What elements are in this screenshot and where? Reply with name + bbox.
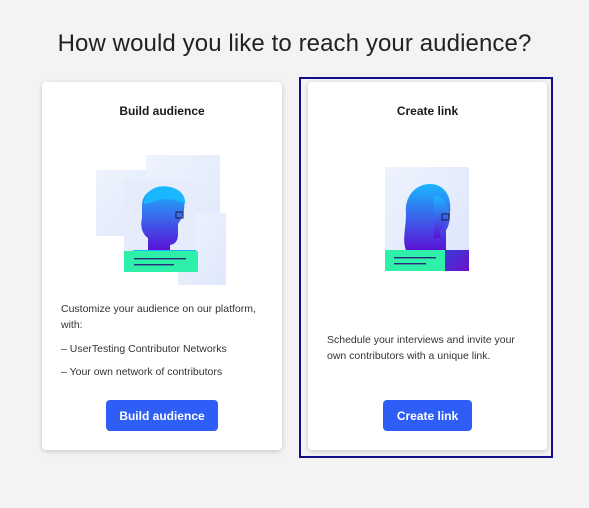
- description-text: Customize your audience on our platform,…: [61, 303, 256, 331]
- card-title: Build audience: [119, 104, 205, 118]
- build-audience-description: Customize your audience on our platform,…: [61, 301, 266, 387]
- page: How would you like to reach your audienc…: [0, 0, 589, 508]
- build-audience-button[interactable]: Build audience: [106, 400, 218, 431]
- person-group-icon: [96, 154, 228, 291]
- selected-card-outline: [299, 77, 553, 458]
- bullet-item: – UserTesting Contributor Networks: [61, 343, 227, 355]
- bullet-item: – Your own network of contributors: [61, 366, 223, 378]
- page-title: How would you like to reach your audienc…: [57, 30, 532, 57]
- build-audience-card[interactable]: Build audience Customize your audience o…: [42, 82, 282, 450]
